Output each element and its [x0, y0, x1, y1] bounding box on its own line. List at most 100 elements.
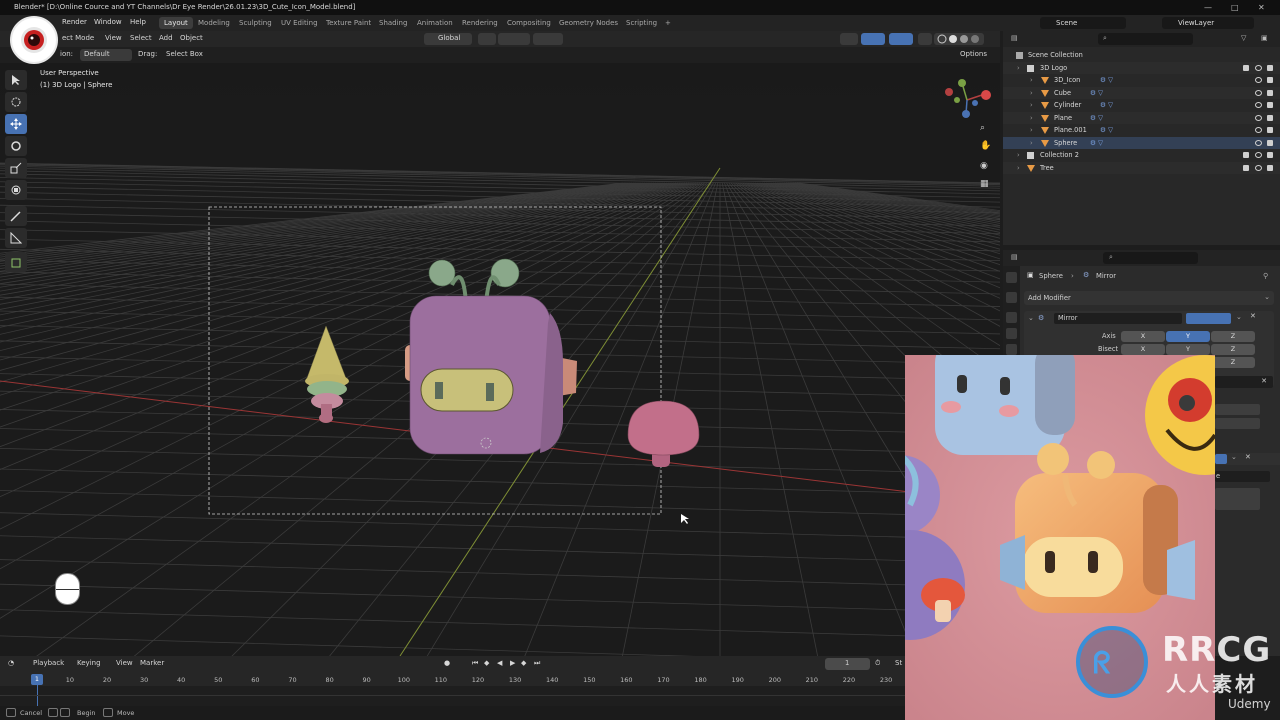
zoom-icon[interactable]: ⌕ — [980, 123, 985, 133]
rotate-tool[interactable] — [5, 136, 27, 156]
modifier-visibility-toggles[interactable] — [1186, 313, 1231, 324]
outliner-scene-collection[interactable]: Scene Collection — [1003, 49, 1280, 62]
tab-uv-editing[interactable]: UV Editing — [276, 17, 323, 29]
view-layer-selector[interactable]: ViewLayer — [1162, 17, 1254, 29]
visibility-icon[interactable] — [840, 33, 858, 45]
scale-tool[interactable] — [5, 158, 27, 178]
tab-scripting[interactable]: Scripting — [621, 17, 662, 29]
transform-tool[interactable] — [5, 180, 27, 200]
modifier-data-icons[interactable]: ⚙ ▽ — [1090, 87, 1103, 100]
outliner-item[interactable]: › Cylinder ⚙ ▽ — [1003, 99, 1280, 112]
eye-icon[interactable] — [1255, 102, 1262, 108]
modifier-data-icons[interactable]: ⚙ ▽ — [1090, 137, 1103, 150]
add-cube-tool[interactable] — [5, 252, 27, 272]
pan-hand-icon[interactable]: ✋ — [980, 141, 991, 151]
eye-icon[interactable] — [1255, 164, 1262, 171]
menu-help[interactable]: Help — [130, 18, 146, 26]
render-camera-icon[interactable] — [1267, 127, 1273, 133]
chevron-down-icon[interactable]: ⌄ — [1231, 453, 1237, 461]
mirror-object-field[interactable]: ✕ — [1215, 376, 1273, 388]
eye-icon[interactable] — [1255, 89, 1262, 96]
modifier-data-icons[interactable]: ⚙ ▽ — [1090, 112, 1103, 125]
outliner-item[interactable]: › Collection 2 — [1003, 149, 1280, 162]
tool-tab-icon[interactable] — [1006, 272, 1017, 283]
remove-modifier-icon[interactable]: ✕ — [1245, 453, 1251, 461]
modifier-name-field[interactable]: Mirror — [1054, 313, 1182, 324]
modifier-data-icons[interactable]: ⚙ ▽ — [1100, 99, 1113, 112]
bisect-y-toggle[interactable]: Y — [1166, 344, 1210, 355]
bisect-z-toggle[interactable]: Z — [1211, 344, 1255, 355]
modifier-menu-chevron-icon[interactable]: ⌄ — [1236, 313, 1242, 321]
expand-arrow-icon[interactable]: › — [1030, 112, 1033, 125]
collapse-chevron-icon[interactable]: ⌄ — [1028, 314, 1034, 322]
3d-viewport[interactable]: User Perspective (1) 3D Logo | Sphere ⌕ … — [0, 63, 1000, 656]
filter-icon[interactable]: ▽ — [1241, 34, 1246, 42]
menu-object[interactable]: Object — [180, 34, 203, 42]
tab-rendering[interactable]: Rendering — [457, 17, 503, 29]
partial-field-2[interactable] — [1215, 418, 1260, 429]
partial-field-1[interactable] — [1215, 404, 1260, 415]
record-icon[interactable]: ● — [444, 659, 450, 667]
tab-texture-paint[interactable]: Texture Paint — [321, 17, 376, 29]
shading-mode-icons[interactable] — [934, 33, 984, 45]
tab-shading[interactable]: Shading — [374, 17, 412, 29]
menu-render[interactable]: Render — [62, 18, 87, 26]
render-camera-icon[interactable] — [1267, 64, 1273, 71]
new-collection-icon[interactable]: ▣ — [1261, 34, 1268, 42]
tab-compositing[interactable]: Compositing — [502, 17, 556, 29]
playhead[interactable]: 1 — [31, 674, 43, 685]
tab-layout[interactable]: Layout — [159, 17, 193, 29]
clear-field-icon[interactable]: ✕ — [1261, 377, 1267, 385]
exclude-checkbox[interactable] — [1243, 64, 1249, 71]
axis-y-toggle[interactable]: Y — [1166, 331, 1210, 342]
eye-icon[interactable] — [1255, 77, 1262, 83]
outliner-editor-icon[interactable]: ▤ — [1011, 34, 1018, 42]
pin-icon[interactable]: ⚲ — [1263, 272, 1268, 280]
pivot-icon[interactable] — [478, 33, 496, 45]
timeline-area[interactable]: 10 20 30 40 50 60 70 80 90 100 110 120 130 140 150 160 1… — [0, 672, 905, 706]
close-icon[interactable]: ✕ — [1258, 0, 1265, 15]
overlay-toggle-icon[interactable] — [889, 33, 913, 45]
options-dropdown[interactable]: Options — [960, 50, 987, 58]
render-toggle-icon[interactable] — [1215, 454, 1227, 464]
outliner-search-input[interactable] — [1098, 33, 1193, 45]
menu-window[interactable]: Window — [94, 18, 122, 26]
exclude-checkbox[interactable] — [1243, 164, 1249, 171]
properties-search-input[interactable] — [1103, 252, 1198, 264]
properties-editor-icon[interactable]: ▤ — [1011, 253, 1018, 261]
eye-icon[interactable] — [1255, 114, 1262, 121]
eye-icon[interactable] — [1255, 127, 1262, 133]
render-tab-icon[interactable] — [1006, 292, 1017, 303]
minimize-icon[interactable]: — — [1204, 0, 1212, 15]
proportional-edit-icon[interactable] — [533, 33, 563, 45]
render-camera-icon[interactable] — [1267, 139, 1273, 146]
tab-geometry-nodes[interactable]: Geometry Nodes — [554, 17, 623, 29]
measure-tool[interactable] — [5, 228, 27, 248]
outliner-item[interactable]: › 3D Logo — [1003, 61, 1280, 74]
current-frame-field[interactable]: 1 — [825, 658, 870, 670]
jump-start-icon[interactable]: ⏮ — [472, 659, 478, 668]
outliner-item[interactable]: › 3D_Icon ⚙ ▽ — [1003, 74, 1280, 87]
menu-select[interactable]: Select — [130, 34, 152, 42]
stopwatch-icon[interactable]: ⏱ — [875, 659, 880, 668]
eye-icon[interactable] — [1255, 139, 1262, 146]
view-layer-tab-icon[interactable] — [1006, 328, 1017, 339]
bisect-x-toggle[interactable]: X — [1121, 344, 1165, 355]
xray-icon[interactable] — [918, 33, 932, 45]
tab-animation[interactable]: Animation — [412, 17, 458, 29]
camera-view-icon[interactable]: ◉ — [980, 161, 988, 171]
playback-menu[interactable]: Playback — [33, 659, 64, 667]
timeline-view-menu[interactable]: View — [116, 659, 133, 667]
prev-keyframe-icon[interactable]: ◆ — [484, 659, 489, 667]
ortho-grid-icon[interactable]: ▦ — [980, 179, 989, 189]
next-keyframe-icon[interactable]: ◆ — [521, 659, 526, 667]
eye-icon[interactable] — [1255, 152, 1262, 158]
outliner-item[interactable]: › Sphere ⚙ ▽ — [1003, 136, 1280, 150]
snap-icon[interactable] — [498, 33, 530, 45]
axis-z-toggle[interactable]: Z — [1211, 331, 1255, 342]
modifier-data-icons[interactable]: ⚙ ▽ — [1100, 124, 1113, 137]
render-camera-icon[interactable] — [1267, 89, 1273, 96]
remove-modifier-icon[interactable]: ✕ — [1250, 312, 1256, 320]
exclude-checkbox[interactable] — [1243, 152, 1249, 158]
jump-end-icon[interactable]: ⏭ — [534, 659, 540, 668]
